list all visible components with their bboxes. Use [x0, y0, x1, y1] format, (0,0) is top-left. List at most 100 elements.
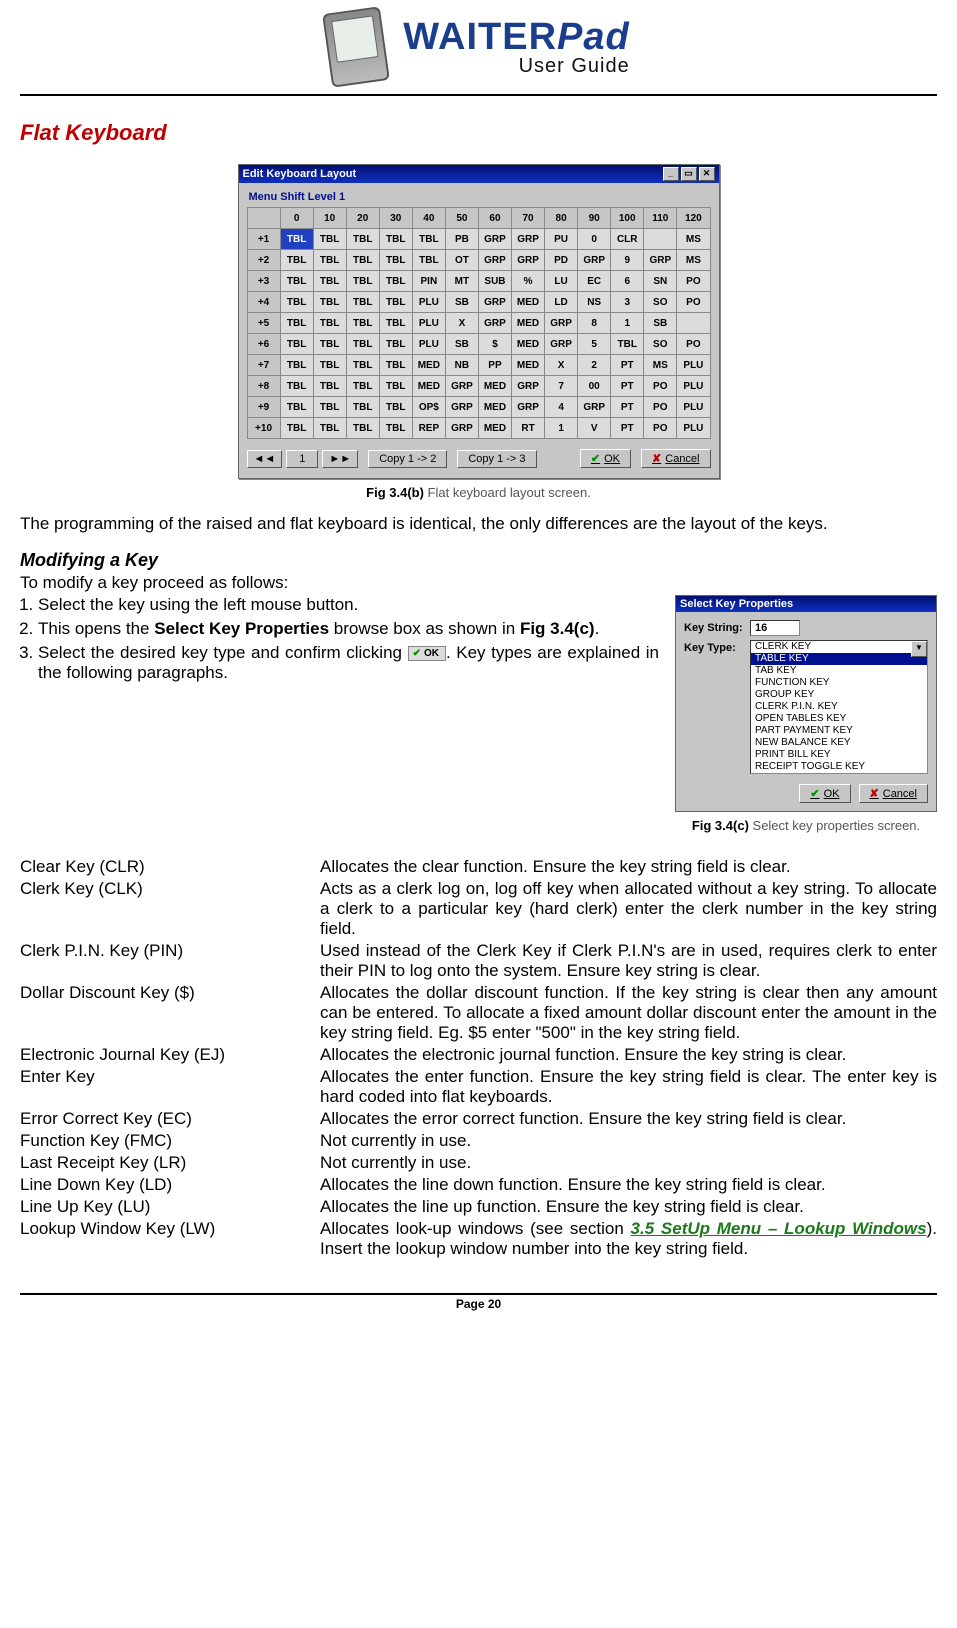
key-type-option[interactable]: GROUP KEY	[751, 689, 927, 701]
keyboard-cell[interactable]: PO	[677, 271, 710, 292]
keyboard-cell[interactable]: MED	[478, 397, 511, 418]
keyboard-cell[interactable]: MED	[478, 376, 511, 397]
keyboard-cell[interactable]: TBL	[313, 292, 346, 313]
keyboard-cell[interactable]: SO	[644, 334, 677, 355]
keyboard-cell[interactable]: GRP	[512, 397, 545, 418]
keyboard-cell[interactable]: MED	[512, 292, 545, 313]
keyboard-cell[interactable]: OP$	[412, 397, 445, 418]
keyboard-cell[interactable]: PLU	[677, 397, 710, 418]
keyboard-cell[interactable]: TBL	[313, 376, 346, 397]
keyboard-cell[interactable]: GRP	[578, 397, 611, 418]
keyboard-cell[interactable]: NB	[445, 355, 478, 376]
keyboard-cell[interactable]: X	[445, 313, 478, 334]
keyboard-cell[interactable]: TBL	[280, 418, 313, 439]
keyboard-cell[interactable]: SN	[644, 271, 677, 292]
keyboard-cell[interactable]: PP	[478, 355, 511, 376]
keyboard-cell[interactable]: PLU	[412, 334, 445, 355]
keyboard-cell[interactable]: PLU	[677, 418, 710, 439]
key-type-option[interactable]: TAB KEY	[751, 665, 927, 677]
keyboard-cell[interactable]: SO	[644, 292, 677, 313]
keyboard-cell[interactable]: PO	[677, 334, 710, 355]
keyboard-cell[interactable]: GRP	[644, 250, 677, 271]
keyboard-cell[interactable]: TBL	[313, 418, 346, 439]
keyboard-cell[interactable]: PLU	[412, 292, 445, 313]
close-icon[interactable]: ✕	[699, 167, 715, 181]
keyboard-cell[interactable]: 7	[545, 376, 578, 397]
props-ok-button[interactable]: ✔OK	[799, 784, 850, 803]
keyboard-cell[interactable]: PLU	[677, 355, 710, 376]
keyboard-cell[interactable]: PD	[545, 250, 578, 271]
keyboard-cell[interactable]: 1	[545, 418, 578, 439]
keyboard-cell[interactable]: TBL	[280, 229, 313, 250]
keyboard-cell[interactable]: GRP	[512, 229, 545, 250]
keyboard-cell[interactable]: TBL	[412, 250, 445, 271]
keyboard-cell[interactable]: PT	[611, 355, 644, 376]
keyboard-cell[interactable]: PT	[611, 418, 644, 439]
keyboard-cell[interactable]: TBL	[313, 334, 346, 355]
keyboard-cell[interactable]: TBL	[379, 292, 412, 313]
keyboard-cell[interactable]: GRP	[445, 376, 478, 397]
maximize-icon[interactable]: ▭	[681, 167, 697, 181]
keyboard-cell[interactable]: TBL	[379, 376, 412, 397]
keyboard-cell[interactable]: 6	[611, 271, 644, 292]
keyboard-cell[interactable]: TBL	[379, 250, 412, 271]
keyboard-cell[interactable]: TBL	[346, 334, 379, 355]
keyboard-cell[interactable]: TBL	[379, 397, 412, 418]
keyboard-cell[interactable]: TBL	[280, 313, 313, 334]
keyboard-cell[interactable]: GRP	[578, 250, 611, 271]
keyboard-cell[interactable]: TBL	[280, 376, 313, 397]
keyboard-cell[interactable]: %	[512, 271, 545, 292]
keyboard-cell[interactable]: TBL	[346, 292, 379, 313]
keyboard-cell[interactable]: PT	[611, 376, 644, 397]
keyboard-cell[interactable]	[677, 313, 710, 334]
ok-button[interactable]: ✔OK	[580, 449, 631, 468]
keyboard-cell[interactable]: 3	[611, 292, 644, 313]
keyboard-cell[interactable]: GRP	[512, 250, 545, 271]
keyboard-cell[interactable]: 00	[578, 376, 611, 397]
keyboard-cell[interactable]: CLR	[611, 229, 644, 250]
keyboard-cell[interactable]: GRP	[545, 313, 578, 334]
keyboard-cell[interactable]: PLU	[677, 376, 710, 397]
key-type-option[interactable]: OPEN TABLES KEY	[751, 713, 927, 725]
keyboard-cell[interactable]: TBL	[379, 418, 412, 439]
keyboard-cell[interactable]: LD	[545, 292, 578, 313]
keyboard-cell[interactable]: OT	[445, 250, 478, 271]
keyboard-cell[interactable]: X	[545, 355, 578, 376]
keyboard-cell[interactable]: 5	[578, 334, 611, 355]
keyboard-cell[interactable]: PIN	[412, 271, 445, 292]
keyboard-cell[interactable]: REP	[412, 418, 445, 439]
keyboard-cell[interactable]: EC	[578, 271, 611, 292]
keyboard-cell[interactable]: MED	[512, 313, 545, 334]
lookup-windows-link[interactable]: 3.5 SetUp Menu – Lookup Windows	[631, 1219, 927, 1238]
keyboard-cell[interactable]: GRP	[445, 418, 478, 439]
keyboard-cell[interactable]: MED	[478, 418, 511, 439]
keyboard-cell[interactable]: TBL	[313, 397, 346, 418]
keyboard-cell[interactable]: $	[478, 334, 511, 355]
keyboard-cell[interactable]: TBL	[379, 313, 412, 334]
keyboard-cell[interactable]: TBL	[346, 229, 379, 250]
keyboard-cell[interactable]: TBL	[313, 355, 346, 376]
key-string-input[interactable]: 16	[750, 620, 800, 636]
copy-1-2-button[interactable]: Copy 1 -> 2	[368, 450, 447, 468]
key-type-dropdown[interactable]: ▼ CLERK KEYTABLE KEYTAB KEYFUNCTION KEYG…	[750, 640, 928, 774]
keyboard-cell[interactable]: PU	[545, 229, 578, 250]
keyboard-cell[interactable]: TBL	[346, 271, 379, 292]
keyboard-cell[interactable]: GRP	[445, 397, 478, 418]
key-type-option[interactable]: NEW BALANCE KEY	[751, 737, 927, 749]
keyboard-cell[interactable]: GRP	[478, 313, 511, 334]
key-type-option[interactable]: FUNCTION KEY	[751, 677, 927, 689]
keyboard-cell[interactable]: TBL	[379, 229, 412, 250]
keyboard-cell[interactable]: TBL	[280, 397, 313, 418]
keyboard-cell[interactable]: 1	[611, 313, 644, 334]
keyboard-cell[interactable]: MS	[677, 250, 710, 271]
keyboard-cell[interactable]: 9	[611, 250, 644, 271]
keyboard-cell[interactable]: GRP	[545, 334, 578, 355]
dropdown-caret-icon[interactable]: ▼	[911, 641, 927, 657]
keyboard-cell[interactable]: PO	[644, 397, 677, 418]
key-type-option[interactable]: TABLE KEY	[751, 653, 927, 665]
keyboard-cell[interactable]: GRP	[478, 292, 511, 313]
keyboard-cell[interactable]: TBL	[346, 376, 379, 397]
keyboard-cell[interactable]: TBL	[280, 292, 313, 313]
keyboard-cell[interactable]: TBL	[379, 334, 412, 355]
keyboard-cell[interactable]: 4	[545, 397, 578, 418]
